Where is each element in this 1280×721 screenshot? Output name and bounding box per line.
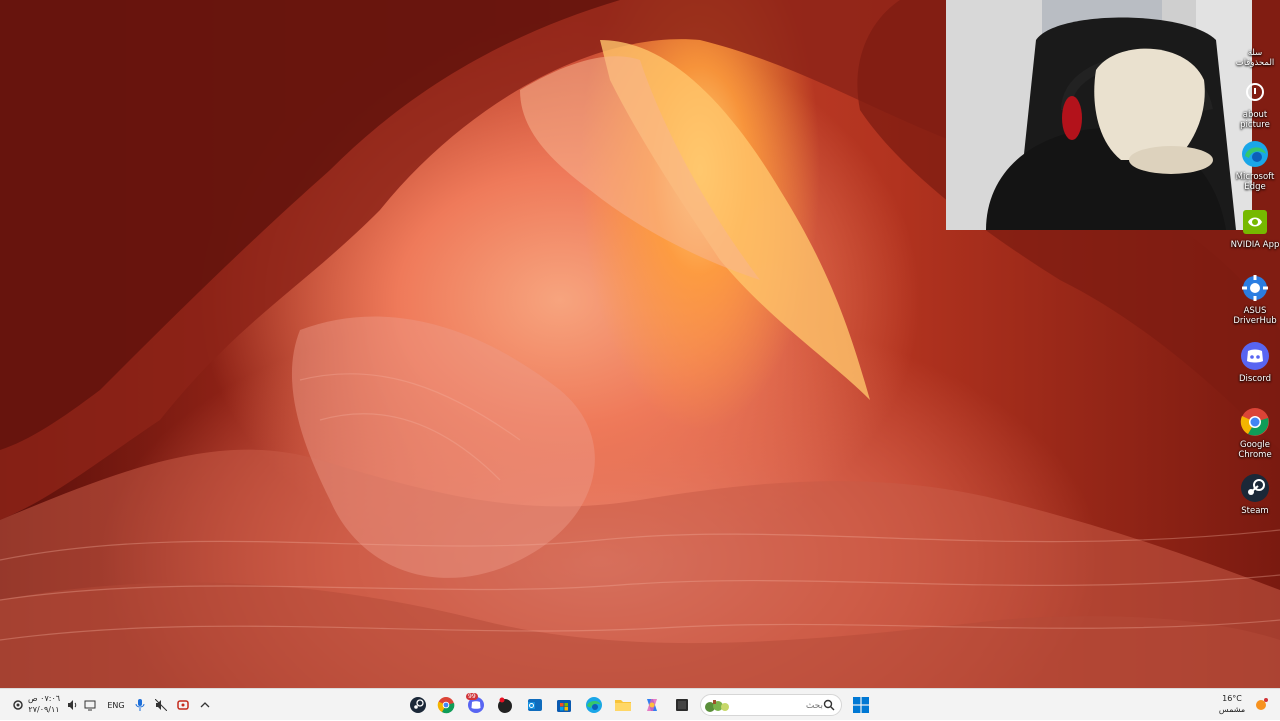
store-icon xyxy=(557,700,571,712)
start-button[interactable] xyxy=(848,689,874,721)
mic-icon[interactable] xyxy=(132,689,148,721)
desktop-icon-chrome[interactable]: Google Chrome xyxy=(1230,406,1280,460)
weather-sun-icon[interactable] xyxy=(1252,689,1270,721)
taskbar-search[interactable] xyxy=(700,694,842,716)
windows-icon xyxy=(853,697,869,713)
weather-widget[interactable]: 16°C مشمس xyxy=(1212,693,1252,715)
chrome-icon xyxy=(437,697,455,714)
desktop-icon-label: Steam xyxy=(1241,506,1269,516)
mute-off-icon[interactable] xyxy=(152,689,170,721)
settings-tray-icon[interactable] xyxy=(10,689,26,721)
clock-time: ٠٧:٠٦ ص xyxy=(27,694,61,703)
clock[interactable]: ٠٧:٠٦ ص ٢٧/٠٩/١١ xyxy=(26,693,62,715)
app-icon xyxy=(498,697,512,713)
notification-badge: 99 xyxy=(466,693,478,700)
edge-icon xyxy=(586,697,602,713)
desktop-icon-label: Google Chrome xyxy=(1238,440,1272,460)
desktop-icon-label: NVIDIA App xyxy=(1230,240,1280,250)
desktop-icon-asus[interactable]: ASUS DriverHub xyxy=(1230,272,1280,326)
desktop-icon-label: ASUS DriverHub xyxy=(1233,306,1277,326)
desktop-icon-nvidia[interactable]: NVIDIA App xyxy=(1230,206,1280,250)
search-highlight-icon xyxy=(705,700,729,712)
desktop-icon-label: سلة المحذوفات xyxy=(1235,48,1275,68)
outlook-icon xyxy=(528,699,542,711)
taskbar-app-steam[interactable] xyxy=(404,689,432,721)
terminal-icon xyxy=(676,699,688,711)
desktop-icon-about-picture[interactable]: about picture xyxy=(1230,76,1280,130)
taskbar-app-dark[interactable] xyxy=(491,689,519,721)
search-input[interactable] xyxy=(735,697,825,715)
steam-icon xyxy=(410,697,426,713)
copilot-icon xyxy=(647,699,657,711)
taskbar-app-copilot[interactable] xyxy=(638,689,666,721)
taskbar-app-discord[interactable]: 99 xyxy=(462,689,490,721)
taskbar-app-edge[interactable] xyxy=(580,689,608,721)
discord-icon xyxy=(1239,340,1271,372)
taskbar-app-chrome[interactable] xyxy=(432,689,460,721)
recycle-bin-icon xyxy=(1239,38,1271,46)
taskbar-app-outlook[interactable] xyxy=(521,689,549,721)
desktop-icon-edge[interactable]: Microsoft Edge xyxy=(1230,138,1280,192)
asus-icon xyxy=(1239,272,1271,304)
clock-date: ٢٧/٠٩/١١ xyxy=(28,705,60,714)
desktop-icon-steam[interactable]: Steam xyxy=(1230,472,1280,516)
webcam-overlay xyxy=(946,0,1252,230)
taskbar-app-store[interactable] xyxy=(550,689,578,721)
weather-temp: 16°C xyxy=(1222,694,1242,703)
desktop-icon-label: about picture xyxy=(1240,110,1270,130)
chrome-icon xyxy=(1239,406,1271,438)
chevron-up-icon[interactable] xyxy=(196,689,214,721)
taskbar-app-file-explorer[interactable] xyxy=(609,689,637,721)
refresh-icon[interactable] xyxy=(174,689,192,721)
steam-icon xyxy=(1239,472,1271,504)
taskbar-app-terminal[interactable] xyxy=(668,689,696,721)
volume-icon[interactable] xyxy=(64,689,82,721)
nvidia-icon xyxy=(1239,206,1271,238)
folder-icon xyxy=(615,700,631,711)
weather-condition: مشمس xyxy=(1218,705,1246,714)
edge-icon xyxy=(1239,138,1271,170)
taskbar: ٠٧:٠٦ ص ٢٧/٠٩/١١ ENG 99 بحث 16°C مشمس xyxy=(0,688,1280,720)
desktop-icon-label: Microsoft Edge xyxy=(1235,172,1275,192)
about-picture-icon xyxy=(1239,76,1271,108)
webcam-feed xyxy=(946,0,1252,230)
network-icon[interactable] xyxy=(82,689,98,721)
desktop-icon-recycle-bin[interactable]: سلة المحذوفات xyxy=(1230,38,1280,68)
language-indicator[interactable]: ENG xyxy=(102,689,130,721)
search-icon xyxy=(823,699,835,711)
desktop-icon-label: Discord xyxy=(1239,374,1271,384)
desktop-icon-discord[interactable]: Discord xyxy=(1230,340,1280,384)
